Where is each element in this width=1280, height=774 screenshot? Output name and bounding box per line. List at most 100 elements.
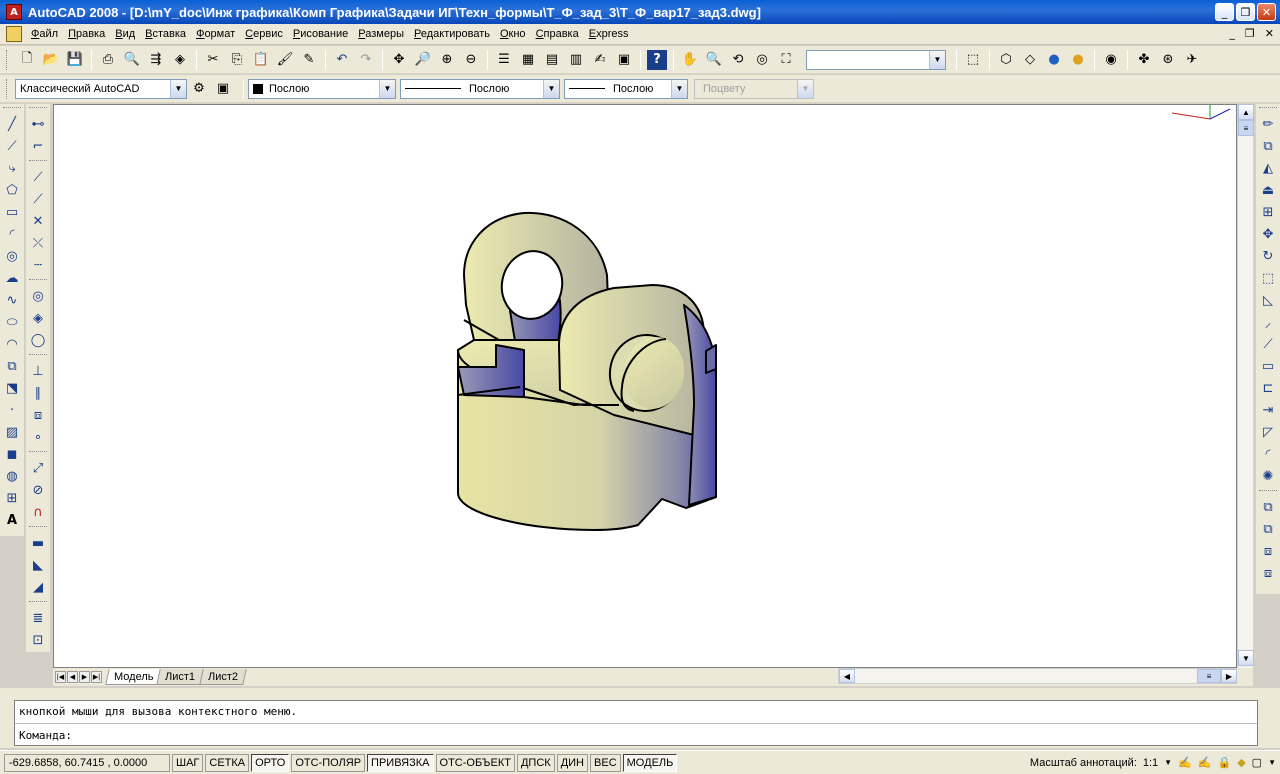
document-icon[interactable] — [6, 26, 22, 42]
open-icon[interactable]: 📂 — [41, 50, 61, 70]
fillet-icon[interactable]: ◜ — [1258, 444, 1278, 464]
doc-minimize-button[interactable]: _ — [1229, 27, 1235, 40]
snap-center-icon[interactable]: ◎ — [28, 286, 48, 306]
scroll-thumb[interactable]: ≡ — [1238, 120, 1254, 136]
scroll-down-icon[interactable]: ▼ — [1238, 650, 1254, 666]
properties-icon[interactable]: ☰ — [494, 50, 514, 70]
first-tab-icon[interactable]: |◀ — [55, 671, 66, 683]
restore-button[interactable]: ❐ — [1236, 3, 1255, 21]
temp-track-icon[interactable]: ⊷ — [28, 114, 48, 134]
menu-insert[interactable]: Вставка — [140, 28, 191, 40]
explode-icon[interactable]: ✺ — [1258, 466, 1278, 486]
toggle-model[interactable]: МОДЕЛЬ — [622, 753, 678, 772]
minimize-button[interactable]: _ — [1215, 3, 1234, 21]
arc-icon[interactable]: ◜ — [2, 224, 22, 244]
scale-icon[interactable]: ⬚ — [1258, 268, 1278, 288]
doc-close-button[interactable]: ✕ — [1265, 27, 1274, 40]
menu-tools[interactable]: Сервис — [240, 28, 288, 40]
lock-icon[interactable]: 🔒 — [1218, 756, 1232, 769]
ellipse-icon[interactable]: ⬭ — [2, 312, 22, 332]
chamfer-icon[interactable]: ◸ — [1258, 422, 1278, 442]
polygon-icon[interactable]: ⬠ — [2, 180, 22, 200]
menu-format[interactable]: Формат — [191, 28, 240, 40]
workspace-save-icon[interactable]: ▣ — [213, 79, 233, 99]
markup-icon[interactable]: ✍ — [590, 50, 610, 70]
menu-edit[interactable]: Правка — [63, 28, 110, 40]
offset-icon[interactable]: ⏏ — [1258, 180, 1278, 200]
chevron-down-icon[interactable]: ▼ — [379, 79, 395, 98]
gradient-icon[interactable]: ◼ — [2, 444, 22, 464]
spline-icon[interactable]: ∿ — [2, 290, 22, 310]
autocad-app-icon[interactable]: A — [6, 4, 22, 20]
orbit-icon[interactable]: ⟲ — [728, 50, 748, 70]
snap-quadrant-icon[interactable]: ◈ — [28, 308, 48, 328]
region-icon[interactable]: ◍ — [2, 466, 22, 486]
table-icon[interactable]: ⊞ — [2, 488, 22, 508]
dimension-style-icon[interactable]: ⊡ — [28, 630, 48, 650]
toolbar-grip[interactable] — [6, 49, 9, 70]
snap-node-icon[interactable]: ∘ — [28, 427, 48, 447]
trim-icon[interactable]: ⸝ — [1258, 312, 1278, 332]
send-back-icon[interactable]: ⧉ — [1258, 519, 1278, 539]
doc-restore-button[interactable]: ❐ — [1245, 27, 1255, 40]
copy-icon[interactable]: ⎘ — [227, 50, 247, 70]
vertical-scrollbar[interactable]: ▲ ≡ ▼ — [1237, 104, 1254, 668]
sheet-set-icon[interactable]: ▥ — [566, 50, 586, 70]
snap-from-icon[interactable]: ⌐ — [28, 136, 48, 156]
plot-icon[interactable]: ⎙ — [98, 50, 118, 70]
coordinates-readout[interactable]: -629.6858, 60.7415 , 0.0000 — [4, 753, 170, 772]
cut-icon[interactable]: ✂ — [203, 50, 223, 70]
point-icon[interactable]: · — [2, 400, 22, 420]
render-icon[interactable]: ● — [1068, 50, 1088, 70]
text-style-icon[interactable]: ≣ — [28, 608, 48, 628]
bring-front-icon[interactable]: ⧉ — [1258, 497, 1278, 517]
erase-icon[interactable]: ✏ — [1258, 114, 1278, 134]
named-views-combo[interactable]: ▼ — [806, 49, 946, 70]
array-icon[interactable]: ⊞ — [1258, 202, 1278, 222]
orbit2-icon[interactable]: ✤ — [1134, 50, 1154, 70]
new-icon[interactable]: 🗋 — [17, 50, 37, 70]
tab-model[interactable]: Модель — [105, 669, 163, 685]
zoom-realtime-icon[interactable]: 🔎 — [413, 50, 433, 70]
rectangle-icon[interactable]: ▭ — [2, 202, 22, 222]
menu-file[interactable]: Файл — [26, 28, 63, 40]
snap-perpendicular-icon[interactable]: ⊥ — [28, 361, 48, 381]
toggle-ortho[interactable]: ОРТО — [251, 753, 290, 772]
command-panel[interactable]: кнопкой мыши для вызова контекстного мен… — [14, 700, 1258, 746]
snap-settings-icon[interactable]: ∩ — [28, 502, 48, 522]
break-icon[interactable]: ⊏ — [1258, 378, 1278, 398]
3d-model-part[interactable] — [457, 211, 717, 531]
make-block-icon[interactable]: ⬔ — [2, 378, 22, 398]
menu-window[interactable]: Окно — [495, 28, 531, 40]
zoom-previous-icon[interactable]: ⊖ — [461, 50, 481, 70]
chevron-down-icon[interactable]: ▼ — [543, 79, 559, 98]
color-combo[interactable]: Послою ▼ — [248, 78, 396, 99]
snap-none-icon[interactable]: ⊘ — [28, 480, 48, 500]
tab-layout1[interactable]: Лист1 — [156, 669, 205, 685]
multiline-text-icon[interactable]: A — [2, 510, 22, 530]
material-icon[interactable]: ◉ — [1101, 50, 1121, 70]
annotation-visibility-icon[interactable]: ✍ — [1178, 756, 1192, 769]
hscroll-thumb[interactable]: ≡ — [1197, 669, 1221, 683]
extend-icon[interactable]: ⟋ — [1258, 334, 1278, 354]
send-under-icon[interactable]: ⧈ — [1258, 563, 1278, 583]
tool-palettes-icon[interactable]: ▤ — [542, 50, 562, 70]
menu-view[interactable]: Вид — [110, 28, 140, 40]
snap-endpoint-icon[interactable]: ⟋ — [28, 167, 48, 187]
box-icon[interactable]: ⬡ — [996, 50, 1016, 70]
pan-icon[interactable]: ✋ — [680, 50, 700, 70]
polyline-icon[interactable]: ⤷ — [2, 158, 22, 178]
stretch-icon[interactable]: ◺ — [1258, 290, 1278, 310]
scroll-left-icon[interactable]: ◀ — [839, 669, 855, 683]
annotation-scale-value[interactable]: 1:1 — [1143, 757, 1158, 769]
model-viewport[interactable] — [54, 105, 1236, 667]
toggle-polar[interactable]: ОТС-ПОЛЯР — [291, 753, 366, 772]
chevron-down-icon[interactable]: ▼ — [671, 79, 687, 98]
circle-icon[interactable]: ◎ — [2, 246, 22, 266]
menu-express[interactable]: Express — [584, 28, 634, 40]
redo-icon[interactable]: ↷ — [356, 50, 376, 70]
walk-icon[interactable]: ⊛ — [1158, 50, 1178, 70]
snap-insert-icon[interactable]: ⧈ — [28, 405, 48, 425]
command-prompt[interactable]: Команда: — [19, 729, 72, 742]
drawing-area[interactable] — [53, 104, 1237, 668]
